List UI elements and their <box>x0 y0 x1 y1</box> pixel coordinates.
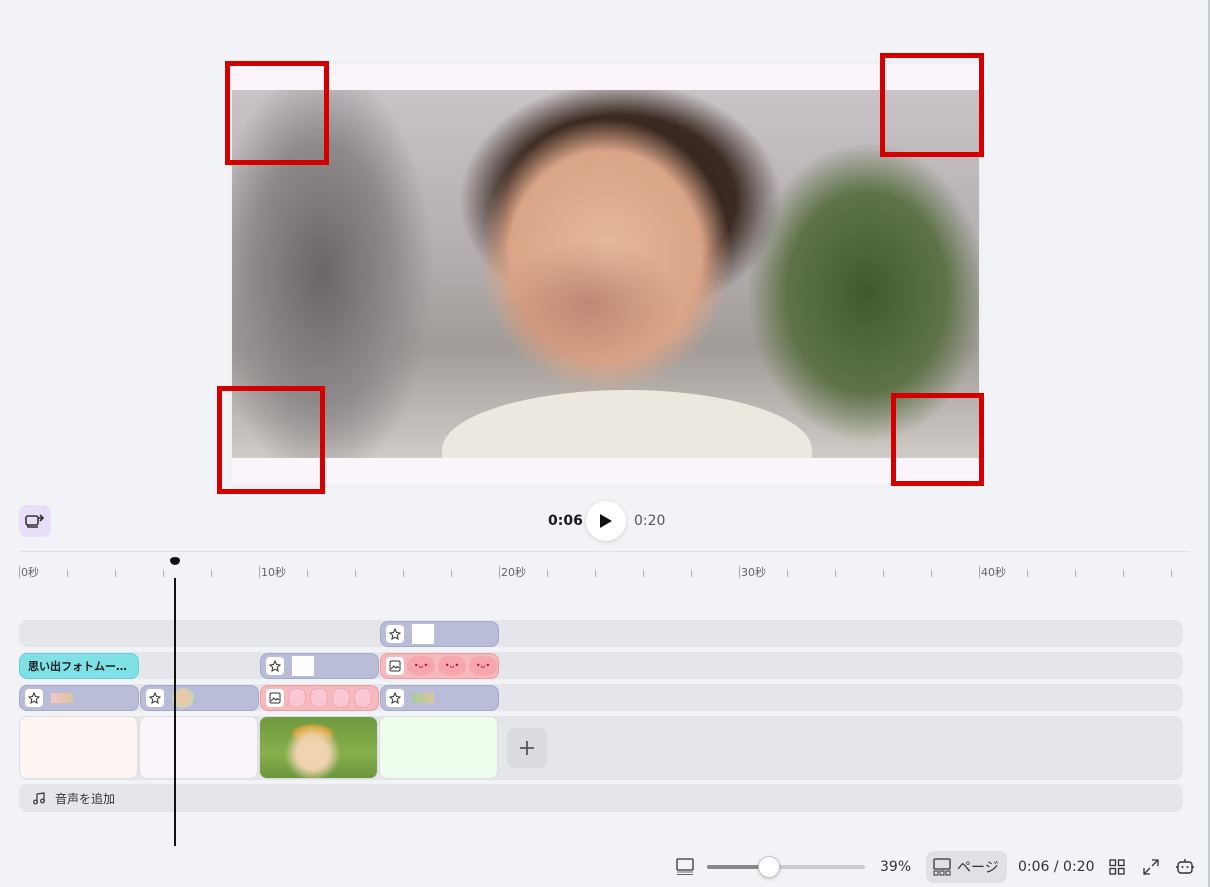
play-button[interactable] <box>586 501 626 541</box>
sticker-icon <box>386 689 404 707</box>
ruler-tick <box>691 570 692 577</box>
bunny-sticker <box>332 688 350 708</box>
clip-thumbnail <box>292 656 314 676</box>
sticker-face: •ᴗ• <box>438 656 466 676</box>
sticker-icon <box>266 657 284 675</box>
footer-time: 0:06 / 0:20 <box>1018 859 1095 875</box>
ruler-tick <box>355 570 356 577</box>
current-time: 0:06 <box>548 513 583 529</box>
canvas-page[interactable] <box>232 64 979 485</box>
audio-track[interactable] <box>19 784 1183 812</box>
timeline-layout-icon <box>676 858 694 875</box>
image-clip[interactable] <box>260 685 379 711</box>
ruler-tick <box>1027 570 1028 577</box>
highlight-box-bottom-left <box>217 386 325 494</box>
slideshow-toggle-button[interactable] <box>19 505 51 537</box>
fullscreen-button[interactable] <box>1142 858 1160 876</box>
fullscreen-icon <box>1143 859 1159 875</box>
sticker-face: •ᴗ• <box>407 656 435 676</box>
ruler-label-0: 0秒 <box>21 566 39 579</box>
child-photo[interactable] <box>232 90 979 458</box>
assistant-icon <box>1176 859 1194 874</box>
ruler-label-10: 10秒 <box>261 566 286 579</box>
sticker-icon <box>25 689 43 707</box>
highlight-box-top-left <box>225 61 329 165</box>
bunny-sticker <box>288 688 306 708</box>
playhead-handle[interactable] <box>170 557 180 565</box>
sticker-icon <box>146 689 164 707</box>
photo-sweater-shape <box>442 390 812 458</box>
add-audio-label: 音声を追加 <box>55 792 116 806</box>
page-view-label: ページ <box>957 860 999 876</box>
ruler-tick <box>307 570 308 577</box>
highlight-box-bottom-right <box>891 393 984 486</box>
page-layout-icon <box>933 858 951 876</box>
clip-thumbnail <box>412 693 434 703</box>
sticker-icon <box>386 625 404 643</box>
ruler-tick <box>547 570 548 577</box>
ruler-tick <box>19 566 20 578</box>
ruler-divider <box>19 551 1190 552</box>
slideshow-toggle-icon <box>25 514 45 528</box>
track-row-1 <box>19 620 1183 647</box>
clip-thumbnail <box>412 624 434 644</box>
music-note-icon <box>33 792 45 805</box>
ruler-tick <box>739 566 740 578</box>
ruler-tick <box>979 566 980 578</box>
scene-3[interactable] <box>259 716 378 779</box>
sticker-face: •ᴗ• <box>469 656 497 676</box>
scene-4[interactable] <box>379 716 498 779</box>
scene-2[interactable] <box>139 716 258 779</box>
ruler-label-20: 20秒 <box>501 566 526 579</box>
grid-view-icon <box>1109 859 1125 875</box>
plus-icon <box>520 741 534 755</box>
ruler-label-40: 40秒 <box>981 566 1006 579</box>
ruler-tick <box>499 566 500 578</box>
grid-view-button[interactable] <box>1108 858 1126 876</box>
image-icon <box>386 657 404 675</box>
ruler-tick <box>835 570 836 577</box>
track-row-2 <box>19 652 1183 679</box>
ruler-tick <box>211 570 212 577</box>
title-clip-label: 思い出フォトムー… <box>28 660 127 673</box>
ruler-tick <box>931 570 932 577</box>
playhead-line[interactable] <box>174 578 176 846</box>
ruler-tick <box>1123 570 1124 577</box>
ruler-tick <box>643 570 644 577</box>
ruler-tick <box>163 570 164 577</box>
add-scene-button[interactable] <box>507 728 547 768</box>
bunny-sticker <box>310 688 328 708</box>
image-icon <box>266 689 284 707</box>
element-clip[interactable] <box>380 685 499 711</box>
ruler-tick <box>259 566 260 578</box>
scene-1[interactable] <box>19 716 138 779</box>
ruler-tick <box>595 570 596 577</box>
title-clip[interactable]: 思い出フォトムー… <box>19 653 139 679</box>
assistant-button[interactable] <box>1174 856 1196 878</box>
play-icon <box>600 514 612 528</box>
timeline-layout-button[interactable] <box>675 857 695 877</box>
ruler-tick <box>883 570 884 577</box>
highlight-box-top-right <box>880 53 984 157</box>
clip-thumbnail <box>51 693 73 703</box>
element-clip[interactable] <box>19 685 139 711</box>
ruler-tick <box>1075 570 1076 577</box>
ruler-tick <box>403 570 404 577</box>
ruler-tick <box>451 570 452 577</box>
zoom-slider-thumb[interactable] <box>758 856 780 878</box>
ruler-tick <box>1171 570 1172 577</box>
element-clip[interactable] <box>140 685 259 711</box>
ruler-tick <box>67 570 68 577</box>
ruler-tick <box>115 570 116 577</box>
page-view-button[interactable]: ページ <box>926 851 1007 883</box>
element-clip[interactable] <box>260 653 379 679</box>
bunny-sticker <box>354 688 372 708</box>
ruler-tick <box>787 570 788 577</box>
image-clip[interactable]: •ᴗ• •ᴗ• •ᴗ• <box>380 653 499 679</box>
total-time: 0:20 <box>634 513 666 529</box>
zoom-value: 39% <box>880 859 912 875</box>
ruler-label-30: 30秒 <box>741 566 766 579</box>
element-clip[interactable] <box>380 621 499 647</box>
